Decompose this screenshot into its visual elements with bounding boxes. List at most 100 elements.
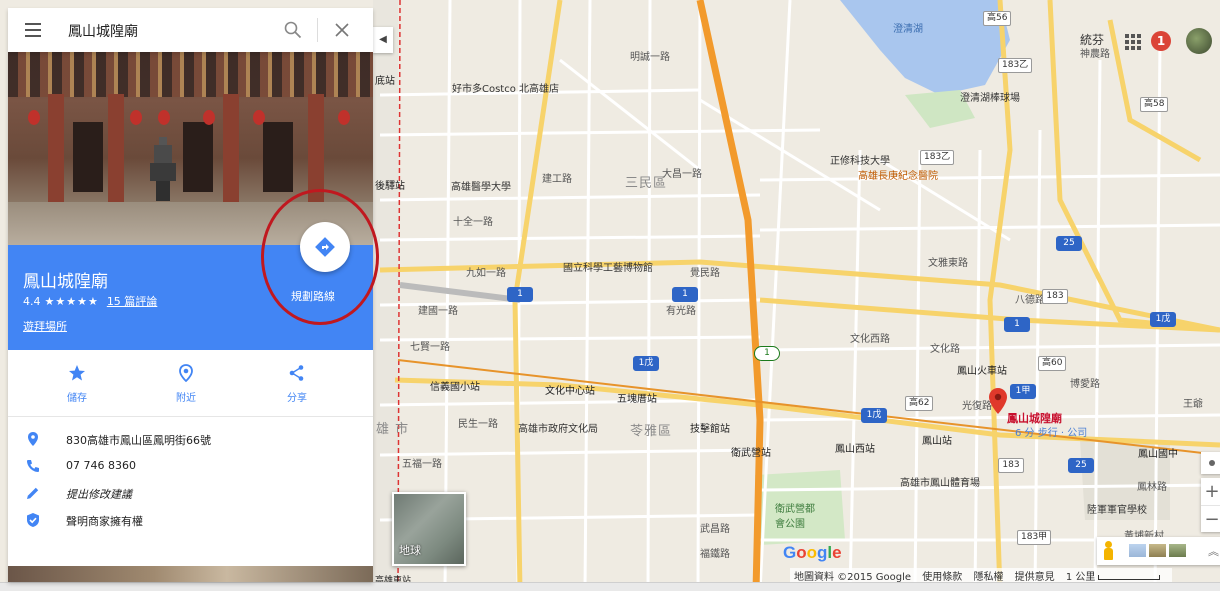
route-shield: 1 (754, 346, 780, 361)
map-poi-label[interactable]: 陸軍軍官學校 (1087, 501, 1147, 516)
nearby-label: 附近 (176, 393, 196, 404)
street-label: 文雅東路 (928, 258, 968, 269)
street-label: 建工路 (542, 174, 572, 185)
route-shield: 高56 (983, 11, 1012, 26)
rating-stars: ★★★★★ (44, 295, 99, 308)
map-poi-label[interactable]: 鳳山火車站 (957, 362, 1007, 377)
metro-station[interactable]: 衛武營站 (731, 444, 771, 459)
route-shield: 1 (507, 287, 533, 302)
save-button[interactable]: 儲存 (47, 364, 107, 405)
map-poi-label[interactable]: 國立科學工藝博物館 (563, 259, 653, 274)
nearby-button[interactable]: 附近 (156, 364, 216, 405)
menu-icon[interactable] (25, 23, 41, 37)
street-label: 文化西路 (850, 334, 890, 345)
route-shield: 183 (1042, 289, 1068, 304)
route-shield: 1戊 (1150, 312, 1176, 327)
map-poi-label[interactable]: 澄清湖棒球場 (960, 89, 1020, 104)
map-poi-label[interactable]: 澄清湖 (893, 20, 923, 35)
annotation-circle (261, 189, 379, 325)
place-title: 鳳山城隍廟 (23, 272, 108, 292)
metro-station[interactable]: 鳳山西站 (835, 440, 875, 455)
my-location-button[interactable] (1201, 452, 1220, 474)
search-box (8, 8, 373, 52)
save-label: 儲存 (67, 393, 87, 404)
phone-row[interactable]: 07 746 8360 (8, 453, 373, 480)
earth-view-button[interactable]: 地球 (392, 492, 466, 566)
route-shield: 高62 (905, 396, 934, 411)
metro-station[interactable]: 技擊館站 (690, 420, 730, 435)
share-label: 分享 (287, 393, 307, 404)
address-text: 830高雄市鳳山區鳳明街66號 (66, 434, 211, 447)
map-poi-label[interactable]: 好市多Costco 北高雄店 (452, 80, 559, 95)
route-shield: 1戊 (633, 356, 659, 371)
route-shield: 高60 (1038, 356, 1067, 371)
street-label: 五福一路 (402, 459, 442, 470)
route-shield: 25 (1056, 236, 1082, 251)
district-label: 三民區 (625, 176, 668, 191)
apps-grid-icon[interactable] (1125, 34, 1141, 50)
chevron-up-icon[interactable]: ︽ (1208, 543, 1219, 559)
earth-label: 地球 (399, 544, 421, 557)
metro-station[interactable]: 五塊厝站 (617, 390, 657, 405)
street-label: 武昌路 (700, 524, 730, 535)
route-shield: 1 (1004, 317, 1030, 332)
incense-burner (150, 137, 176, 201)
shield-check-icon (27, 513, 39, 527)
map-poi-label[interactable]: 衛武營都會公園 (775, 500, 815, 530)
avatar[interactable] (1186, 28, 1212, 54)
route-shield: 25 (1068, 458, 1094, 473)
metro-station[interactable]: 信義國小站 (430, 378, 480, 393)
imagery-thumb[interactable] (1169, 544, 1186, 557)
metro-station[interactable]: 底站 (375, 72, 395, 87)
route-shield: 1戊 (861, 408, 887, 423)
street-label: 大昌一路 (662, 169, 702, 180)
location-pin-icon[interactable] (989, 388, 1007, 414)
phone-icon (27, 460, 39, 472)
imagery-thumb[interactable] (1129, 544, 1146, 557)
scale-bar (1098, 574, 1161, 580)
street-label: 十全一路 (453, 217, 493, 228)
metro-station[interactable]: 鳳山站 (922, 432, 952, 447)
nearby-icon (179, 364, 193, 382)
street-label: 有光路 (666, 306, 696, 317)
metro-station[interactable]: 鳳山國中 (1138, 445, 1178, 460)
street-label: 神農路 (1080, 49, 1110, 60)
zoom-in-button[interactable]: + (1201, 478, 1220, 505)
map-poi-label[interactable]: 高雄市政府文化局 (518, 420, 598, 435)
phone-text: 07 746 8360 (66, 459, 136, 472)
map-poi-label[interactable]: 正修科技大學 (830, 152, 890, 167)
bottom-strip (0, 582, 1220, 591)
map-poi-label[interactable]: 高雄市鳳山體育場 (900, 474, 980, 489)
street-label: 文化路 (930, 344, 960, 355)
category-link[interactable]: 遊拜場所 (23, 318, 67, 334)
zoom-out-button[interactable]: − (1201, 505, 1220, 533)
suggest-edit-row[interactable]: 提出修改建議 (8, 480, 373, 507)
collapse-panel-button[interactable]: ◀ (373, 27, 393, 53)
place-info-list: 830高雄市鳳山區鳳明街66號 07 746 8360 提出修改建議 聲明商家擁… (8, 426, 373, 534)
photo-strip[interactable] (8, 566, 373, 582)
pegman-icon[interactable] (1103, 541, 1113, 561)
imagery-thumb[interactable] (1149, 544, 1166, 557)
street-label: 九如一路 (466, 268, 506, 279)
map-poi-label[interactable]: 高雄醫學大學 (451, 178, 511, 193)
reviews-link[interactable]: 15 篇評論 (107, 295, 158, 308)
search-icon[interactable] (284, 21, 302, 39)
metro-station[interactable]: 後驛站 (375, 177, 405, 192)
address-row[interactable]: 830高雄市鳳山區鳳明街66號 (8, 426, 373, 453)
search-input[interactable] (66, 18, 270, 44)
claim-business-text: 聲明商家擁有權 (66, 515, 143, 528)
route-shield: 183乙 (920, 150, 955, 165)
notification-badge[interactable]: 1 (1151, 31, 1171, 51)
map-poi-label[interactable]: 高雄長庚紀念醫院 (858, 167, 938, 182)
route-shield: 1 (672, 287, 698, 302)
metro-station[interactable]: 文化中心站 (545, 382, 595, 397)
district-label: 雄 市 (376, 422, 410, 437)
route-shield: 1甲 (1010, 384, 1036, 399)
map-attribution: 地圖資料 ©2015 Google 使用條款 隱私權 提供意見 1 公里 (790, 568, 1173, 583)
close-icon[interactable] (333, 21, 351, 39)
share-button[interactable]: 分享 (267, 364, 327, 405)
my-location-icon (1209, 460, 1215, 466)
rating-row: 4.4 ★★★★★ 15 篇評論 (23, 293, 157, 309)
street-label: 王爺 (1183, 399, 1203, 410)
claim-business-row[interactable]: 聲明商家擁有權 (8, 507, 373, 534)
